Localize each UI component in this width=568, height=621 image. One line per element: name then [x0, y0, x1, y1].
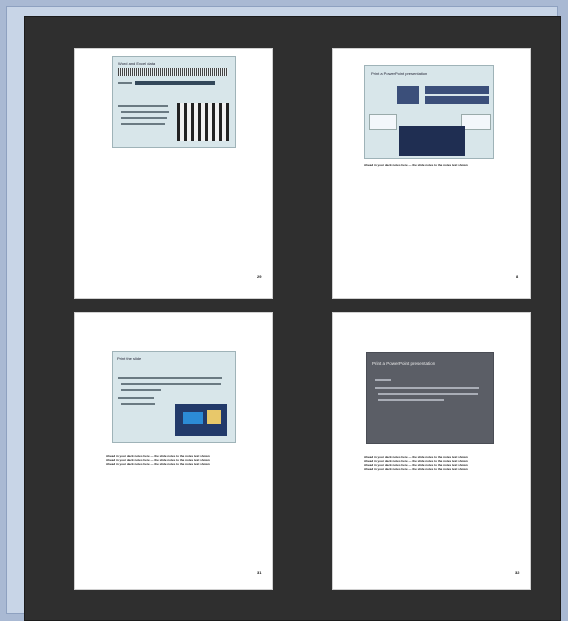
page-number: 32 [515, 570, 520, 575]
print-preview-canvas[interactable]: Word and Excel data 29 Print a PowerPoin… [24, 16, 561, 621]
callout-box [461, 114, 491, 130]
slide-notes: Ahead in your deck notes here — the slid… [106, 454, 266, 466]
arrow-graphic [183, 412, 203, 424]
slide-thumbnail: Print a PowerPoint presentation [366, 352, 494, 444]
slide-title: Word and Excel data [118, 61, 156, 66]
slide-title: Print a PowerPoint presentation [372, 361, 436, 366]
slide-text-line [378, 393, 478, 395]
slide-text-line [118, 82, 132, 84]
barcode-graphic [118, 68, 228, 76]
folder-graphic [207, 410, 221, 424]
slide-notes: Ahead in your deck notes here — the slid… [364, 455, 524, 471]
slide-title: Print the slide [117, 356, 142, 361]
slide-title: Print a PowerPoint presentation [371, 71, 428, 76]
slide-text-line [121, 403, 155, 405]
slide-thumbnail: Print a PowerPoint presentation [364, 65, 494, 159]
screenshot-tile [425, 96, 489, 104]
page-number: 29 [257, 274, 262, 279]
screenshot-graphic [177, 103, 229, 141]
preview-page-2[interactable]: Print a PowerPoint presentation Ahead in… [333, 49, 530, 298]
callout-box [369, 114, 397, 130]
screenshot-tile [399, 126, 465, 156]
slide-text-line [118, 105, 168, 107]
notes-line: Ahead in your deck notes here — the slid… [364, 467, 468, 471]
slide-notes: Ahead in your deck notes here — the slid… [364, 163, 524, 167]
preview-page-1[interactable]: Word and Excel data 29 [75, 49, 272, 298]
slide-text-line [121, 383, 221, 385]
slide-text-line [121, 123, 165, 125]
preview-window-frame: Word and Excel data 29 Print a PowerPoin… [6, 6, 561, 621]
slide-thumbnail: Print the slide [112, 351, 236, 443]
slide-text-line [121, 111, 169, 113]
preview-page-3[interactable]: Print the slide Ahead in your deck notes… [75, 313, 272, 589]
slide-text-line [118, 377, 222, 379]
page-number: 8 [516, 274, 519, 279]
screenshot-tile [397, 86, 419, 104]
slide-text-line [375, 387, 479, 389]
slide-thumbnail: Word and Excel data [112, 56, 236, 148]
notes-line: Ahead in your deck notes here — the slid… [106, 462, 210, 466]
slide-text-line [375, 379, 391, 381]
slide-text-line [378, 399, 444, 401]
notes-line: Ahead in your deck notes here — the slid… [364, 163, 468, 167]
slider-bar-graphic [135, 81, 215, 85]
slide-text-line [121, 389, 161, 391]
page-number: 31 [257, 570, 262, 575]
preview-page-4[interactable]: Print a PowerPoint presentation Ahead in… [333, 313, 530, 589]
screenshot-tile [425, 86, 489, 94]
slide-text-line [118, 397, 154, 399]
slide-text-line [121, 117, 167, 119]
